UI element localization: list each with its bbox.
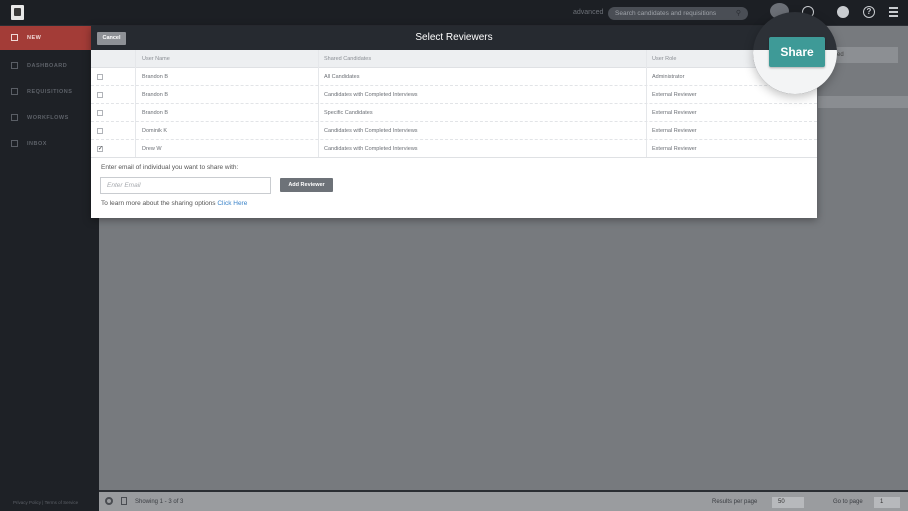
hamburger-menu-icon[interactable] <box>889 7 898 17</box>
learn-more-text: To learn more about the sharing options … <box>101 200 247 207</box>
email-prompt: Enter email of individual you want to sh… <box>101 164 239 171</box>
results-per-page-select[interactable]: 50 <box>772 497 804 508</box>
search-box: ⚲ <box>608 7 748 20</box>
shared-candidates-cell: Specific Candidates <box>324 110 373 116</box>
dialog-header: Select Reviewers Cancel <box>91 26 817 50</box>
shared-candidates-cell: Candidates with Completed Interviews <box>324 146 418 152</box>
user-name-cell: Brandon B <box>142 74 168 80</box>
shared-candidates-cell: Candidates with Completed Interviews <box>324 128 418 134</box>
sidebar-item-new[interactable]: NEW <box>0 26 99 50</box>
goto-page-select[interactable]: 1 <box>874 497 900 508</box>
goto-page-label: Go to page <box>833 499 863 505</box>
select-reviewers-dialog: Select Reviewers Cancel User Name Shared… <box>91 26 817 218</box>
globe-icon[interactable] <box>837 6 849 18</box>
sidebar-item-dashboard[interactable]: DASHBOARD <box>0 54 99 78</box>
table-row[interactable]: ✓ Drew W Candidates with Completed Inter… <box>91 140 817 158</box>
new-doc-icon <box>11 34 18 41</box>
table-row[interactable]: Dominik K Candidates with Completed Inte… <box>91 122 817 140</box>
document-icon <box>11 88 18 95</box>
results-count: Showing 1 - 3 of 3 <box>135 499 184 505</box>
sidebar: NEW DASHBOARD REQUISITIONS WORKFLOWS INB… <box>0 26 99 511</box>
share-button[interactable]: Share <box>769 37 825 67</box>
column-header-user-name[interactable]: User Name <box>142 56 170 62</box>
sidebar-item-label: WORKFLOWS <box>27 115 69 121</box>
row-checkbox[interactable] <box>97 92 103 98</box>
add-reviewer-button[interactable]: Add Reviewer <box>280 178 333 192</box>
background-row <box>818 96 908 108</box>
user-role-cell: External Reviewer <box>652 110 697 116</box>
workflow-icon <box>11 114 18 121</box>
column-header-user-role[interactable]: User Role <box>652 56 676 62</box>
bottom-bar: Showing 1 - 3 of 3 Results per page 50 G… <box>99 490 908 511</box>
row-checkbox[interactable] <box>97 110 103 116</box>
table-header: User Name Shared Candidates User Role <box>91 50 817 68</box>
advanced-search-link[interactable]: advanced <box>573 9 603 16</box>
background-button-label: ed <box>837 52 844 58</box>
gear-icon[interactable] <box>105 497 113 505</box>
sidebar-item-label: REQUISITIONS <box>27 89 73 95</box>
sidebar-item-workflows[interactable]: WORKFLOWS <box>0 106 99 130</box>
footer-links[interactable]: Privacy Policy | Terms of Service <box>13 500 78 505</box>
user-role-cell: External Reviewer <box>652 128 697 134</box>
user-role-cell: Administrator <box>652 74 685 80</box>
chart-icon <box>11 62 18 69</box>
click-here-link[interactable]: Click Here <box>217 200 247 207</box>
user-name-cell: Brandon B <box>142 110 168 116</box>
table-row[interactable]: Brandon B Candidates with Completed Inte… <box>91 86 817 104</box>
sidebar-item-label: INBOX <box>27 141 47 147</box>
sidebar-item-inbox[interactable]: INBOX <box>0 132 99 156</box>
sidebar-item-label: DASHBOARD <box>27 63 68 69</box>
help-icon[interactable]: ? <box>863 6 875 18</box>
shared-candidates-cell: Candidates with Completed Interviews <box>324 92 418 98</box>
cancel-button[interactable]: Cancel <box>97 32 126 45</box>
user-name-cell: Brandon B <box>142 92 168 98</box>
row-checkbox[interactable] <box>97 128 103 134</box>
document-icon[interactable] <box>121 497 127 505</box>
app-logo[interactable] <box>11 5 24 20</box>
email-field[interactable] <box>100 177 271 194</box>
row-checkbox-checked[interactable]: ✓ <box>97 146 103 152</box>
dialog-title: Select Reviewers <box>415 32 493 43</box>
learn-more-label: To learn more about the sharing options <box>101 200 216 207</box>
shared-candidates-cell: All Candidates <box>324 74 360 80</box>
user-role-cell: External Reviewer <box>652 92 697 98</box>
table-row[interactable]: Brandon B Specific Candidates External R… <box>91 104 817 122</box>
sidebar-item-requisitions[interactable]: REQUISITIONS <box>0 80 99 104</box>
inbox-icon <box>11 140 18 147</box>
column-header-shared-candidates[interactable]: Shared Candidates <box>324 56 371 62</box>
search-icon[interactable]: ⚲ <box>736 9 741 17</box>
results-per-page-label: Results per page <box>712 499 758 505</box>
row-checkbox[interactable] <box>97 74 103 80</box>
table-row[interactable]: Brandon B All Candidates Administrator <box>91 68 817 86</box>
sidebar-item-label: NEW <box>27 35 42 41</box>
search-input[interactable] <box>615 8 727 19</box>
user-name-cell: Drew W <box>142 146 162 152</box>
user-name-cell: Dominik K <box>142 128 168 134</box>
user-role-cell: External Reviewer <box>652 146 697 152</box>
